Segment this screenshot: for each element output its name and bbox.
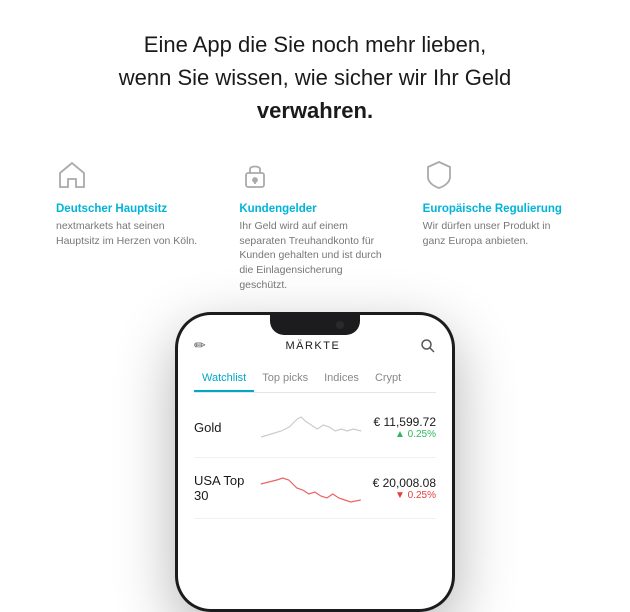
stock-change-usa: ▼ 0.25% [373, 490, 436, 501]
stock-change-gold: ▲ 0.25% [373, 429, 436, 440]
stock-name-usa: USA Top 30 [194, 473, 249, 503]
stock-price-block-gold: € 11,599.72 ▲ 0.25% [373, 415, 436, 440]
stock-name-gold: Gold [194, 420, 249, 435]
header-section: Eine App die Sie noch mehr lieben, wenn … [0, 0, 630, 151]
feature-lock-desc: Ihr Geld wird auf einem separaten Treuha… [239, 219, 390, 292]
feature-shield: Europäische Regulierung Wir dürfen unser… [407, 159, 590, 292]
feature-lock-title: Kundengelder [239, 203, 390, 215]
tab-toppicks[interactable]: Top picks [254, 366, 316, 392]
phone-frame: ✏ MÄRKTE Watchlist Top picks Indices Cry… [175, 312, 455, 612]
stock-price-block-usa: € 20,008.08 ▼ 0.25% [373, 476, 436, 501]
stock-chart-gold [257, 409, 365, 445]
screen-content: ✏ MÄRKTE Watchlist Top picks Indices Cry… [178, 315, 452, 609]
screen-title: MÄRKTE [285, 340, 340, 352]
shield-icon [423, 159, 459, 195]
screen-topbar: ✏ MÄRKTE [194, 337, 436, 354]
stock-price-gold: € 11,599.72 [373, 415, 436, 429]
feature-shield-title: Europäische Regulierung [423, 203, 574, 215]
phone-mockup: ✏ MÄRKTE Watchlist Top picks Indices Cry… [0, 312, 630, 612]
stock-price-usa: € 20,008.08 [373, 476, 436, 490]
tab-watchlist[interactable]: Watchlist [194, 366, 254, 392]
feature-home: Deutscher Hauptsitz nextmarkets hat sein… [40, 159, 223, 292]
header-title: Eine App die Sie noch mehr lieben, wenn … [60, 28, 570, 127]
stock-chart-usa [257, 470, 365, 506]
phone-screen: ✏ MÄRKTE Watchlist Top picks Indices Cry… [178, 315, 452, 609]
home-icon [56, 159, 92, 195]
stock-list: Gold € 11,599.72 ▲ 0.25% US [194, 393, 436, 519]
tab-indices[interactable]: Indices [316, 366, 367, 392]
feature-lock: Kundengelder Ihr Geld wird auf einem sep… [223, 159, 406, 292]
feature-home-desc: nextmarkets hat seinen Hauptsitz im Herz… [56, 219, 207, 248]
feature-shield-desc: Wir dürfen unser Produkt in ganz Europa … [423, 219, 574, 248]
lock-icon [239, 159, 275, 195]
phone-camera [336, 321, 344, 329]
stock-item-gold[interactable]: Gold € 11,599.72 ▲ 0.25% [194, 397, 436, 458]
stock-item-usa[interactable]: USA Top 30 € 20,008.08 ▼ 0.25% [194, 458, 436, 519]
screen-tabs: Watchlist Top picks Indices Crypt [194, 366, 436, 393]
features-section: Deutscher Hauptsitz nextmarkets hat sein… [0, 151, 630, 292]
phone-notch [270, 315, 360, 335]
edit-icon[interactable]: ✏ [194, 337, 206, 354]
feature-home-title: Deutscher Hauptsitz [56, 203, 207, 215]
search-icon[interactable] [420, 338, 436, 354]
tab-crypto[interactable]: Crypt [367, 366, 409, 392]
